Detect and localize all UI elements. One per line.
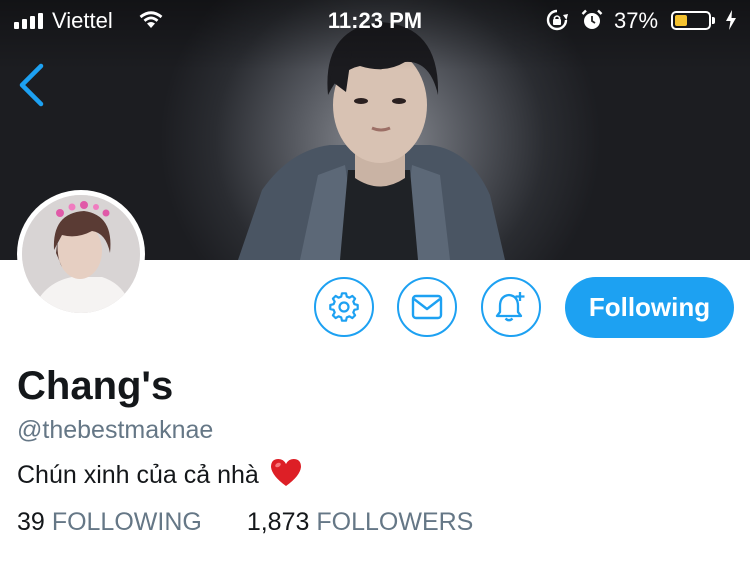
back-button[interactable] [14, 60, 50, 110]
status-bar: Viettel 11:23 PM 37% [0, 0, 750, 40]
heart-emoji-icon [269, 457, 303, 494]
battery-icon [671, 11, 711, 30]
followers-count: 1,873 [246, 508, 310, 536]
following-button[interactable]: Following [565, 277, 734, 338]
user-handle: @thebestmaknae [17, 416, 214, 444]
avatar[interactable] [17, 190, 145, 318]
bio: Chún xinh của cả nhà [17, 457, 303, 494]
gear-icon [329, 292, 359, 322]
bell-plus-icon [495, 292, 525, 322]
following-count: 39 [17, 508, 45, 536]
display-name: Chang's [17, 364, 174, 408]
envelope-icon [411, 294, 443, 320]
battery-fill [675, 15, 687, 26]
avatar-photo [22, 195, 140, 313]
settings-button[interactable] [314, 277, 374, 337]
profile-stats: 39 FOLLOWING 1,873 FOLLOWERS [17, 508, 473, 537]
alarm-icon [581, 9, 603, 29]
charging-bolt-icon [726, 10, 736, 30]
battery-tip [712, 17, 715, 24]
bio-text: Chún xinh của cả nhà [17, 461, 259, 489]
rotation-lock-icon [546, 9, 568, 31]
following-label: FOLLOWING [51, 508, 202, 536]
battery-percent: 37% [614, 8, 659, 33]
followers-stat[interactable]: 1,873 FOLLOWERS [247, 508, 474, 537]
followers-label: FOLLOWERS [316, 508, 474, 536]
message-button[interactable] [397, 277, 457, 337]
following-stat[interactable]: 39 FOLLOWING [17, 508, 202, 537]
notifications-button[interactable] [481, 277, 541, 337]
chevron-left-icon [19, 63, 44, 107]
